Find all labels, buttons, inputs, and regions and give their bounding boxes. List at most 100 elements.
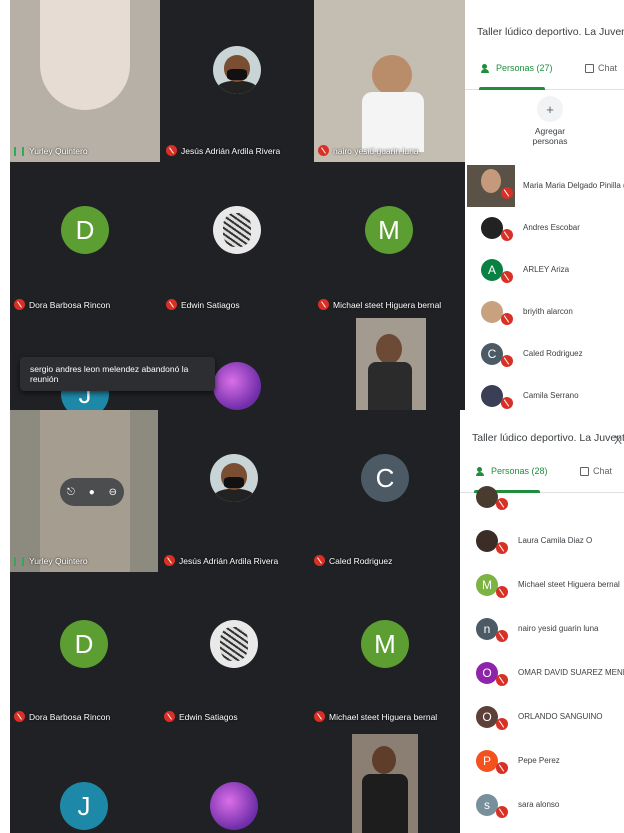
avatar: s	[476, 794, 498, 816]
list-item[interactable]: M Michael steet Higuera bernal	[460, 564, 624, 606]
add-person-icon: +	[537, 96, 563, 122]
add-people-button[interactable]: + Agregar personas	[525, 96, 575, 146]
pin-icon[interactable]: ⎋	[67, 487, 75, 498]
remove-icon[interactable]: ⊖	[109, 487, 117, 498]
mic-icon[interactable]: ●	[89, 487, 95, 498]
mic-off-icon	[314, 711, 325, 722]
list-item[interactable]: briyith alarcon	[465, 291, 624, 333]
meet-screenshot-1: Yurley Quintero Jesús Adrián Ardila Rive…	[0, 0, 624, 410]
list-item[interactable]: Laura Camila Diaz O	[460, 520, 624, 562]
participant-video	[40, 0, 130, 110]
mic-off-icon	[501, 187, 513, 199]
people-panel: Taller lúdico deportivo. La Juvent... Pe…	[465, 0, 624, 410]
list-item[interactable]: A ARLEY Ariza	[465, 249, 624, 291]
meeting-title: Taller lúdico deportivo. La Juvent...	[472, 432, 624, 444]
mic-off-icon	[14, 299, 25, 310]
list-item[interactable]: P Pepe Perez	[460, 740, 624, 782]
left-meeting-notification: sergio andres leon melendez abandonó la …	[20, 357, 215, 391]
video-tile[interactable]	[310, 730, 460, 833]
people-icon	[476, 466, 488, 476]
participant-name: Yurley Quintero	[14, 146, 88, 156]
list-item[interactable]: C Caled Rodriguez	[465, 333, 624, 375]
list-item[interactable]: n nairo yesid guarin luna	[460, 608, 624, 650]
profile-photo	[210, 454, 258, 502]
video-tile[interactable]: ⎋ ● ⊖ Yurley Quintero	[10, 410, 158, 572]
mic-off-icon	[496, 674, 508, 686]
mic-off-icon	[501, 355, 513, 367]
video-tile[interactable]: nairo yesid guarin luna	[314, 0, 465, 162]
list-item	[460, 476, 624, 518]
list-item[interactable]: s sara alonso	[460, 784, 624, 826]
profile-photo	[213, 206, 261, 254]
avatar: M	[476, 574, 498, 596]
list-item[interactable]: Maria Maria Delgado Pinilla (Tú)	[465, 165, 624, 207]
mic-off-icon	[501, 271, 513, 283]
avatar: n	[476, 618, 498, 640]
tile-hover-controls: ⎋ ● ⊖	[60, 478, 124, 506]
video-tile[interactable]: Yurley Quintero	[10, 0, 160, 162]
mic-off-icon	[164, 555, 175, 566]
avatar	[481, 385, 503, 407]
people-icon	[481, 63, 493, 73]
mic-off-icon	[314, 555, 325, 566]
video-tile[interactable]: Edwin Satiagos	[162, 164, 312, 316]
avatar: P	[476, 750, 498, 772]
chat-icon	[580, 466, 589, 476]
participant-video	[356, 318, 426, 410]
participant-name: Edwin Satiagos	[164, 711, 238, 722]
mic-off-icon	[496, 586, 508, 598]
video-tile[interactable]: M Michael steet Higuera bernal	[314, 164, 465, 316]
video-tile[interactable]: Jesús Adrián Ardila Rivera	[160, 410, 308, 572]
avatar: O	[476, 662, 498, 684]
profile-photo	[210, 620, 258, 668]
participant-video	[352, 734, 418, 833]
video-tile[interactable]	[160, 730, 308, 833]
mic-off-icon	[501, 313, 513, 325]
video-grid: ⎋ ● ⊖ Yurley Quintero Jesús Adrián Ardil…	[10, 410, 460, 833]
meeting-title: Taller lúdico deportivo. La Juvent...	[477, 26, 624, 38]
avatar: C	[361, 454, 409, 502]
mic-off-icon	[166, 299, 177, 310]
avatar: M	[365, 206, 413, 254]
mic-off-icon	[318, 145, 329, 156]
panel-tabs: Personas (27) Chat	[465, 55, 624, 90]
tab-chat[interactable]: Chat	[585, 63, 617, 73]
chat-icon	[585, 63, 594, 73]
avatar: O	[476, 706, 498, 728]
list-item[interactable]: O ORLANDO SANGUINO	[460, 696, 624, 738]
avatar: A	[481, 259, 503, 281]
list-item[interactable]: Camila Serrano	[465, 375, 624, 410]
video-tile[interactable]: D Dora Barbosa Rincon	[10, 164, 160, 316]
profile-photo	[213, 362, 261, 410]
mic-on-icon	[14, 146, 24, 156]
list-item[interactable]: O OMAR DAVID SUAREZ MENDOZA	[460, 652, 624, 694]
profile-photo	[210, 782, 258, 830]
tab-people[interactable]: Personas (27)	[481, 63, 553, 73]
video-tile[interactable]: M Michael steet Higuera bernal	[310, 574, 460, 728]
avatar	[481, 217, 503, 239]
participant-video	[372, 55, 412, 95]
mic-off-icon	[166, 145, 177, 156]
video-tile[interactable]: J	[10, 730, 158, 833]
mic-off-icon	[496, 630, 508, 642]
tab-people[interactable]: Personas (28)	[476, 466, 548, 476]
video-tile[interactable]: Jesús Adrián Ardila Rivera	[162, 0, 312, 162]
tab-chat[interactable]: Chat	[580, 466, 612, 476]
video-grid: Yurley Quintero Jesús Adrián Ardila Rive…	[10, 0, 465, 410]
video-tile[interactable]: D Dora Barbosa Rincon	[10, 574, 158, 728]
avatar: M	[361, 620, 409, 668]
participant-name: Jesús Adrián Ardila Rivera	[164, 555, 278, 566]
list-item[interactable]: Andres Escobar	[465, 207, 624, 249]
mic-off-icon	[496, 806, 508, 818]
close-icon[interactable]: X	[614, 433, 622, 447]
video-tile[interactable]	[314, 318, 465, 410]
mic-off-icon	[496, 718, 508, 730]
mic-off-icon	[501, 397, 513, 409]
video-tile[interactable]: C Caled Rodriguez	[310, 410, 460, 572]
mic-off-icon	[318, 299, 329, 310]
video-tile[interactable]: Edwin Satiagos	[160, 574, 308, 728]
mic-off-icon	[164, 711, 175, 722]
participant-name: Dora Barbosa Rincon	[14, 711, 110, 722]
avatar	[481, 301, 503, 323]
avatar: J	[60, 782, 108, 830]
